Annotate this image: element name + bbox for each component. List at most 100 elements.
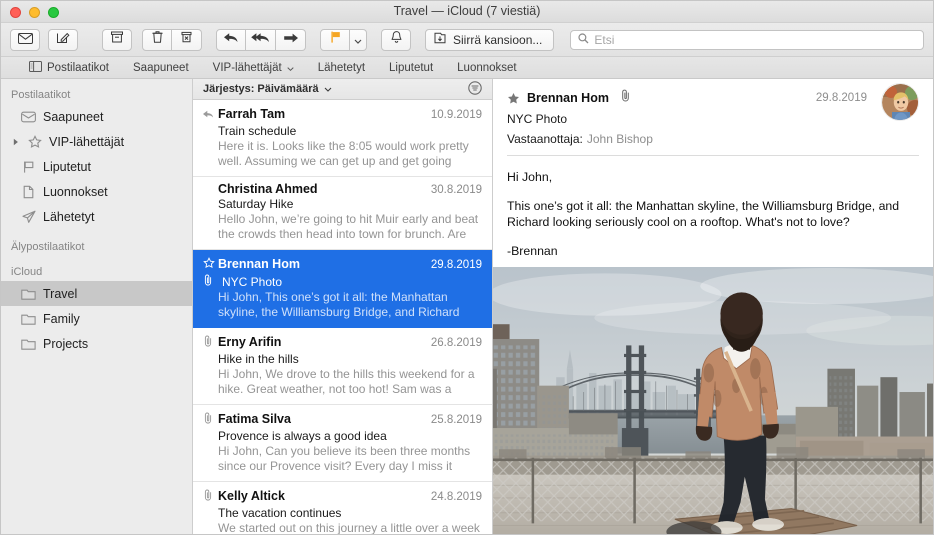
message-preview: We started out on this journey a little … bbox=[218, 521, 480, 534]
sidebar-section-smart-header: Älypostilaatikot bbox=[11, 241, 85, 253]
disclosure-triangle-icon[interactable] bbox=[11, 138, 20, 146]
chevron-down-icon bbox=[287, 62, 294, 74]
avatar[interactable] bbox=[881, 83, 919, 121]
search-icon bbox=[578, 31, 589, 49]
chevron-down-icon bbox=[354, 31, 362, 49]
favorite-label-vip: VIP-lähettäjät bbox=[212, 61, 282, 74]
junk-button[interactable] bbox=[172, 28, 202, 51]
paperclip-icon bbox=[203, 334, 218, 352]
forward-button[interactable] bbox=[276, 28, 306, 51]
reply-button[interactable] bbox=[216, 28, 246, 51]
chevron-down-icon[interactable] bbox=[324, 83, 332, 95]
message-subject: Train schedule bbox=[218, 124, 297, 138]
body-paragraph: This one’s got it all: the Manhattan sky… bbox=[507, 199, 900, 229]
folder-icon bbox=[20, 313, 37, 325]
delete-button[interactable] bbox=[142, 28, 172, 51]
message-sender: Erny Arifin bbox=[218, 335, 282, 349]
sidebar-item-inbox[interactable]: Saapuneet bbox=[1, 104, 192, 129]
favorite-label-mailboxes: Postilaatikot bbox=[47, 61, 110, 74]
message-sender: Christina Ahmed bbox=[218, 182, 318, 196]
message-preview: Hello John, we’re going to hit Muir earl… bbox=[218, 212, 479, 241]
star-icon bbox=[26, 134, 43, 149]
message-date: 25.8.2019 bbox=[430, 414, 482, 426]
favorite-item-flagged[interactable]: Liputetut bbox=[377, 57, 445, 78]
message-list-row-selected[interactable]: Brennan Hom 29.8.2019 NYC Photo Hi John,… bbox=[193, 250, 492, 328]
sort-label[interactable]: Järjestys: Päivämäärä bbox=[203, 83, 319, 95]
message-subject: Saturday Hike bbox=[218, 197, 294, 211]
paperclip-icon bbox=[203, 488, 218, 506]
reply-all-button[interactable] bbox=[246, 28, 276, 51]
favorite-item-sent[interactable]: Lähetetyt bbox=[306, 57, 377, 78]
message-subject: NYC Photo bbox=[222, 274, 283, 289]
flag-button[interactable] bbox=[320, 28, 350, 51]
message-date: 10.9.2019 bbox=[430, 109, 482, 121]
favorite-item-drafts[interactable]: Luonnokset bbox=[445, 57, 528, 78]
delete-junk-group bbox=[142, 28, 202, 51]
message-sender: Brennan Hom bbox=[218, 257, 300, 271]
message-subject: Provence is always a good idea bbox=[218, 429, 387, 443]
move-to-folder-button[interactable]: Siirrä kansioon... bbox=[425, 28, 555, 51]
message-list-row[interactable]: Fatima Silva 25.8.2019 Provence is alway… bbox=[193, 405, 492, 482]
main-panes: Postilaatikot Saapuneet VIP-lähettäjät L… bbox=[1, 79, 933, 534]
message-date: 30.8.2019 bbox=[430, 184, 482, 196]
message-recipient-row: Vastaanottaja: John Bishop bbox=[507, 132, 919, 146]
sidebar-item-vip[interactable]: VIP-lähettäjät bbox=[1, 129, 192, 154]
get-mail-button[interactable] bbox=[10, 28, 40, 51]
filter-icon[interactable] bbox=[468, 80, 482, 98]
recipient-value[interactable]: John Bishop bbox=[587, 132, 653, 146]
reply-all-arrows-icon bbox=[251, 31, 270, 49]
star-outline-icon bbox=[203, 256, 218, 274]
flag-dropdown-button[interactable] bbox=[350, 28, 367, 51]
sidebar-item-flagged[interactable]: Liputetut bbox=[1, 154, 192, 179]
mute-button[interactable] bbox=[381, 28, 411, 51]
sidebar-item-sent[interactable]: Lähetetyt bbox=[1, 204, 192, 229]
trash-icon bbox=[151, 30, 164, 49]
title-bar: Travel — iCloud (7 viestiä) bbox=[1, 1, 933, 23]
inbox-icon bbox=[20, 111, 37, 123]
sidebar-item-drafts[interactable]: Luonnokset bbox=[1, 179, 192, 204]
message-sender: Fatima Silva bbox=[218, 412, 291, 426]
message-date: 24.8.2019 bbox=[430, 491, 482, 503]
message-sender: Kelly Altick bbox=[218, 489, 285, 503]
favorite-item-inbox[interactable]: Saapuneet bbox=[121, 57, 201, 78]
message-list-row[interactable]: Erny Arifin 26.8.2019 Hike in the hills … bbox=[193, 328, 492, 405]
sidebar-item-travel[interactable]: Travel bbox=[1, 281, 192, 306]
paperclip-icon bbox=[203, 411, 218, 429]
envelope-icon bbox=[17, 31, 33, 49]
message-list-row[interactable]: Christina Ahmed 30.8.2019 Saturday Hike … bbox=[193, 177, 492, 250]
recipient-label: Vastaanottaja: bbox=[507, 132, 583, 146]
sidebar: Postilaatikot Saapuneet VIP-lähettäjät L… bbox=[1, 79, 193, 534]
move-to-folder-icon bbox=[433, 31, 447, 48]
favorite-label-drafts: Luonnokset bbox=[457, 61, 517, 74]
sidebar-item-label: VIP-lähettäjät bbox=[49, 134, 125, 149]
sidebar-item-label: Lähetetyt bbox=[43, 209, 95, 224]
paperclip-icon[interactable] bbox=[620, 89, 631, 107]
sent-icon bbox=[20, 210, 37, 224]
message-header: Brennan Hom 29.8.2019 NYC Photo Vastaano… bbox=[493, 79, 933, 146]
favorite-mailboxes-toggle[interactable]: Postilaatikot bbox=[15, 57, 121, 78]
message-list-row[interactable]: Kelly Altick 24.8.2019 The vacation cont… bbox=[193, 482, 492, 534]
archive-box-icon bbox=[110, 30, 124, 49]
message-list-sort-bar: Järjestys: Päivämäärä bbox=[193, 79, 492, 100]
sidebar-item-projects[interactable]: Projects bbox=[1, 331, 192, 356]
sidebar-section-mailboxes-header: Postilaatikot bbox=[11, 89, 71, 101]
sidebar-section-icloud-header: iCloud bbox=[11, 266, 43, 278]
forward-arrow-icon bbox=[283, 31, 299, 49]
archive-button[interactable] bbox=[102, 28, 132, 51]
folder-icon bbox=[20, 338, 37, 350]
sidebar-item-family[interactable]: Family bbox=[1, 306, 192, 331]
sidebar-item-label: Travel bbox=[43, 286, 78, 301]
message-list-row[interactable]: Farrah Tam 10.9.2019 Train schedule Here… bbox=[193, 100, 492, 177]
favorites-bar: Postilaatikot Saapuneet VIP-lähettäjät L… bbox=[1, 57, 933, 79]
favorite-label-inbox: Saapuneet bbox=[133, 61, 189, 74]
star-filled-icon[interactable] bbox=[507, 92, 520, 105]
compose-icon bbox=[56, 30, 70, 49]
flag-icon bbox=[20, 160, 37, 174]
compose-button[interactable] bbox=[48, 28, 78, 51]
message-date: 29.8.2019 bbox=[430, 259, 482, 271]
attachment-image[interactable] bbox=[493, 267, 933, 534]
message-preview: Hi John, Can you believe its been three … bbox=[218, 444, 471, 473]
reading-pane: Brennan Hom 29.8.2019 NYC Photo Vastaano… bbox=[493, 79, 933, 534]
search-field[interactable]: Etsi bbox=[570, 29, 924, 50]
favorite-item-vip[interactable]: VIP-lähettäjät bbox=[201, 57, 306, 78]
